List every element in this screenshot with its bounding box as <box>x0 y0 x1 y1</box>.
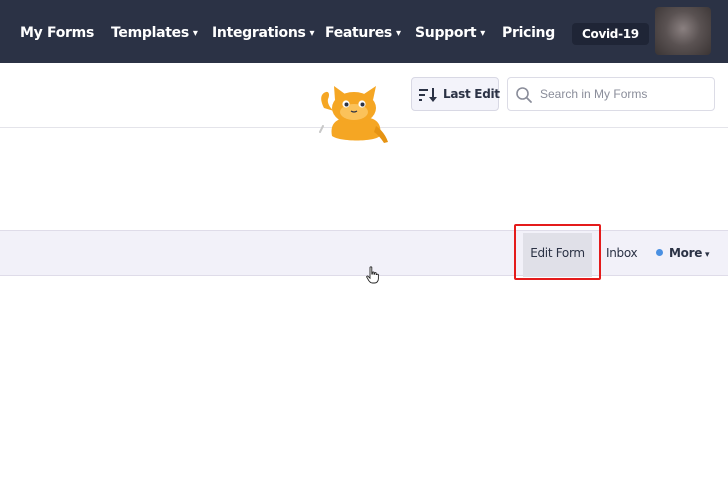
nav-support[interactable]: Support ▾ <box>415 25 485 43</box>
chevron-down-icon: ▾ <box>309 28 315 39</box>
nav-pricing-label: Pricing <box>502 25 555 41</box>
search-input[interactable] <box>540 84 710 104</box>
more-button[interactable]: More ▾ <box>656 231 710 275</box>
top-navigation-bar: My Forms Templates ▾ Integrations ▾ Featur… <box>0 0 728 63</box>
hand-cursor-icon <box>366 266 379 284</box>
chevron-down-icon: ▾ <box>395 28 401 39</box>
status-dot-icon <box>656 249 663 256</box>
nav-pricing[interactable]: Pricing <box>502 25 555 43</box>
nav-templates-label: Templates <box>111 25 189 41</box>
sort-button[interactable]: Last Edit <box>411 77 500 111</box>
search-box[interactable] <box>507 77 715 111</box>
nav-features-label: Features <box>325 25 392 41</box>
sort-descending-icon <box>419 88 437 102</box>
podo-mascot-icon <box>319 86 388 143</box>
more-label: More <box>669 246 703 260</box>
edit-form-button[interactable]: Edit Form <box>523 233 592 277</box>
nav-support-label: Support <box>415 25 477 41</box>
chevron-down-icon: ▾ <box>192 28 198 39</box>
nav-templates[interactable]: Templates ▾ <box>111 25 198 43</box>
chevron-down-icon: ▾ <box>705 250 710 260</box>
inbox-button[interactable]: Inbox <box>606 231 638 275</box>
nav-features[interactable]: Features ▾ <box>325 25 401 43</box>
magnifier-icon <box>516 87 532 103</box>
nav-my-forms-label: My Forms <box>20 25 94 41</box>
avatar[interactable] <box>655 7 711 55</box>
nav-my-forms[interactable]: My Forms <box>20 25 94 43</box>
nav-integrations[interactable]: Integrations ▾ <box>212 25 315 43</box>
nav-integrations-label: Integrations <box>212 25 306 41</box>
covid-badge[interactable]: Covid-19 <box>572 23 649 45</box>
sort-label: Last Edit <box>443 87 500 101</box>
form-list-row[interactable]: Edit Form Inbox More ▾ <box>0 230 728 277</box>
chevron-down-icon: ▾ <box>480 28 485 39</box>
